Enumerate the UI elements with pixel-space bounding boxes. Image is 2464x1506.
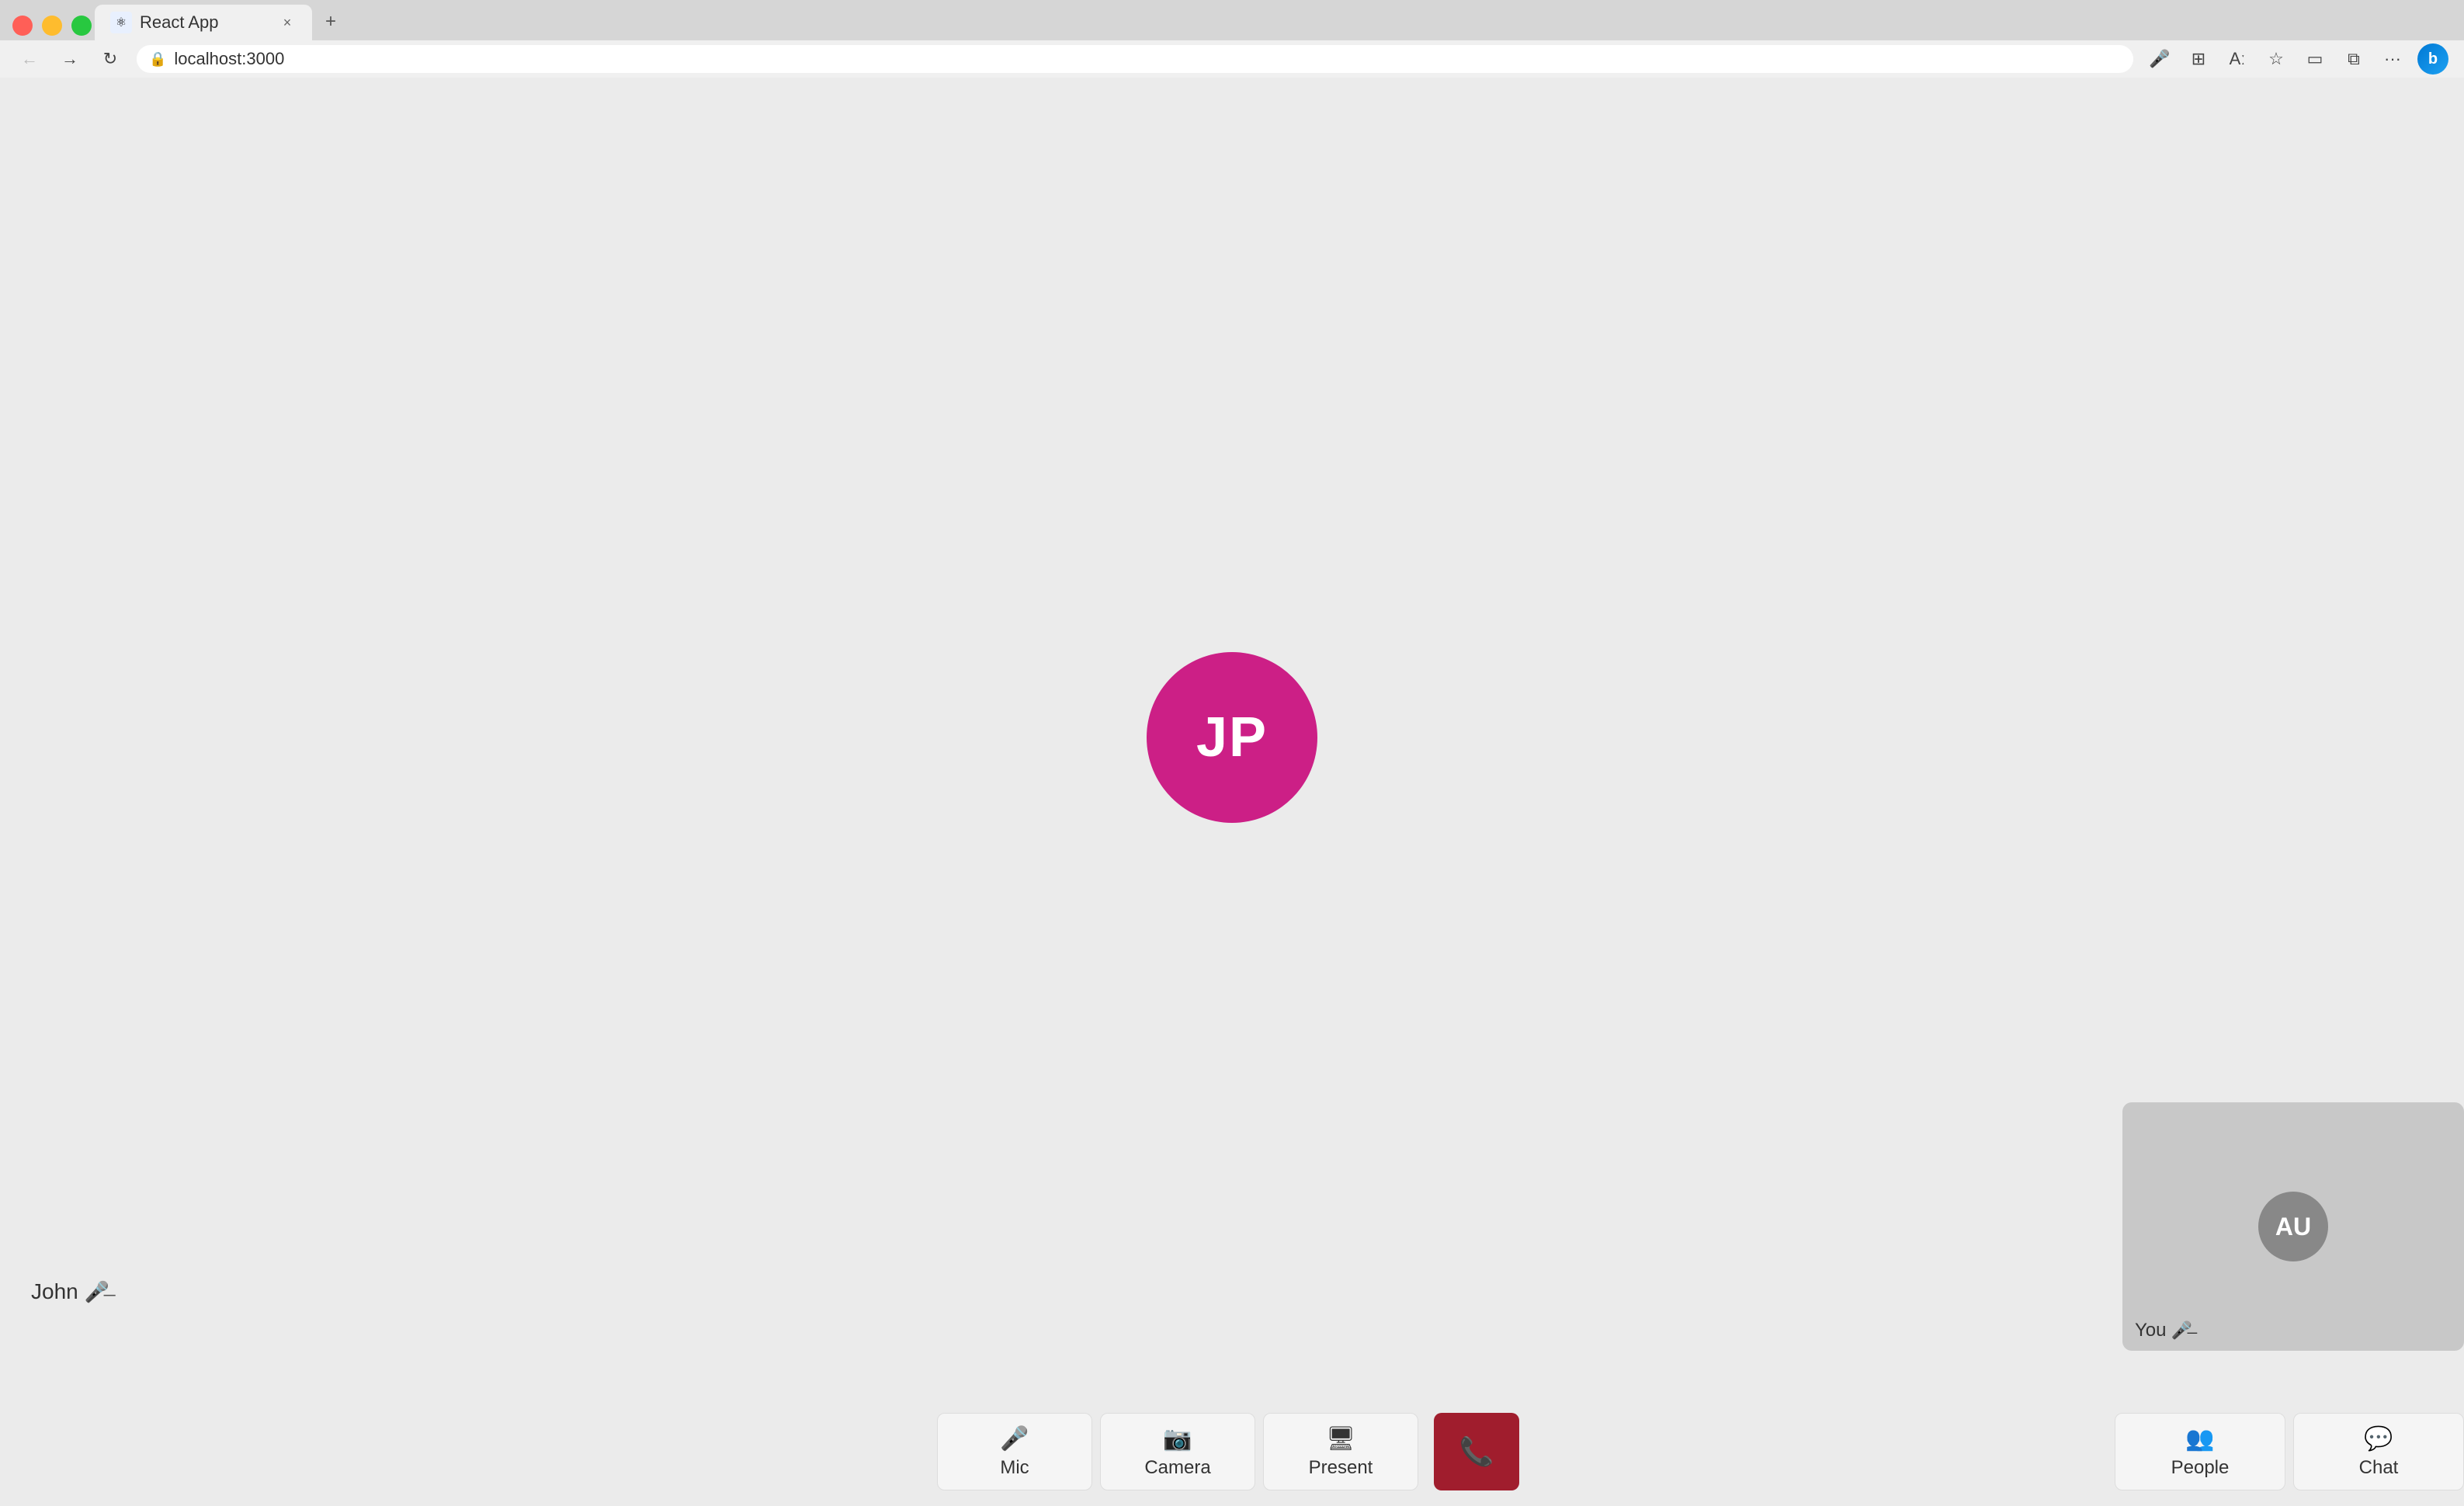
mic-label: Mic	[1000, 1457, 1029, 1479]
main-content: JP John 🎤̶ AU You 🎤̶ 🎤 Mic 📷	[0, 78, 2464, 1506]
end-call-icon: 📞	[1459, 1435, 1494, 1468]
main-controls: 🎤 Mic 📷 Camera 🖥 Present 📞	[937, 1413, 1527, 1490]
self-muted-icon: 🎤̶	[2171, 1320, 2192, 1341]
extensions-button[interactable]: ⧉	[2340, 45, 2368, 73]
grid-button[interactable]: ⊞	[2185, 45, 2212, 73]
reload-button[interactable]: ↻	[96, 45, 124, 73]
self-name: You	[2135, 1320, 2167, 1341]
self-initials: AU	[2275, 1213, 2311, 1241]
mic-browser-button[interactable]: 🎤	[2146, 45, 2174, 73]
split-view-button[interactable]: ▭	[2301, 45, 2329, 73]
chat-label: Chat	[2359, 1457, 2399, 1479]
chat-icon: 💬	[2364, 1425, 2393, 1452]
read-mode-button[interactable]: Aː	[2223, 45, 2251, 73]
address-bar: ← → ↻ 🔒 localhost:3000 🎤 ⊞ Aː ☆ ▭ ⧉ ··· …	[0, 40, 2464, 78]
participant-label: John 🎤̶	[31, 1279, 109, 1304]
more-button[interactable]: ···	[2379, 45, 2407, 73]
window-controls	[12, 16, 92, 40]
close-tab-button[interactable]: ×	[278, 13, 297, 32]
back-button[interactable]: ←	[16, 45, 43, 73]
present-label: Present	[1309, 1457, 1373, 1479]
self-label: You 🎤̶	[2135, 1320, 2192, 1341]
people-icon: 👥	[2185, 1425, 2214, 1452]
control-bar: 🎤 Mic 📷 Camera 🖥 Present 📞 👥 People 💬	[0, 1397, 2464, 1506]
new-tab-button[interactable]: +	[315, 6, 346, 37]
lock-icon: 🔒	[149, 51, 166, 68]
url-bar[interactable]: 🔒 localhost:3000	[137, 45, 2133, 73]
end-call-button[interactable]: 📞	[1434, 1413, 1519, 1490]
tab-title: React App	[140, 12, 270, 33]
mic-button[interactable]: 🎤 Mic	[937, 1413, 1092, 1490]
participant-name: John	[31, 1279, 78, 1304]
self-preview: AU You 🎤̶	[2122, 1102, 2464, 1351]
mic-icon: 🎤	[1000, 1425, 1029, 1452]
active-tab[interactable]: ⚛ React App ×	[95, 5, 312, 40]
tab-bar: ⚛ React App × +	[0, 0, 2464, 40]
video-area: JP John 🎤̶ AU You 🎤̶	[0, 78, 2464, 1397]
people-label: People	[2171, 1457, 2230, 1479]
bing-icon[interactable]: b	[2417, 43, 2448, 75]
minimize-window-button[interactable]	[42, 16, 62, 36]
muted-icon: 🎤̶	[85, 1280, 109, 1304]
people-button[interactable]: 👥 People	[2115, 1413, 2285, 1490]
camera-icon: 📷	[1163, 1425, 1192, 1452]
maximize-window-button[interactable]	[71, 16, 92, 36]
main-participant-initials: JP	[1196, 706, 1268, 769]
camera-label: Camera	[1144, 1457, 1210, 1479]
camera-button[interactable]: 📷 Camera	[1100, 1413, 1255, 1490]
right-controls: 👥 People 💬 Chat	[2115, 1413, 2464, 1490]
present-icon: 🖥	[1326, 1425, 1355, 1452]
tab-favicon-icon: ⚛	[110, 12, 132, 33]
self-avatar: AU	[2258, 1192, 2328, 1261]
browser-chrome: ⚛ React App × + ← → ↻ 🔒 localhost:3000 🎤…	[0, 0, 2464, 78]
favorites-button[interactable]: ☆	[2262, 45, 2290, 73]
url-text: localhost:3000	[174, 49, 284, 69]
present-button[interactable]: 🖥 Present	[1263, 1413, 1418, 1490]
toolbar-icons: 🎤 ⊞ Aː ☆ ▭ ⧉ ··· b	[2146, 43, 2448, 75]
close-window-button[interactable]	[12, 16, 33, 36]
chat-button[interactable]: 💬 Chat	[2293, 1413, 2464, 1490]
main-participant-avatar: JP	[1147, 652, 1317, 823]
forward-button[interactable]: →	[56, 45, 84, 73]
